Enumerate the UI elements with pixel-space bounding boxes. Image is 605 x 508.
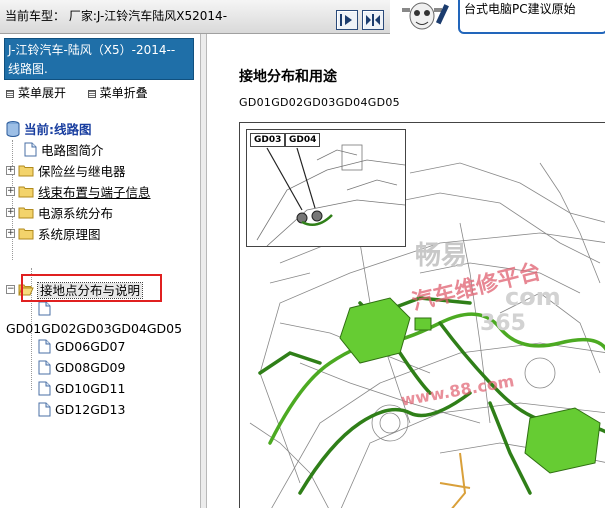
fit-button[interactable] (362, 10, 384, 30)
folder-icon (18, 186, 34, 198)
tree-item-fuses-relays[interactable]: + 保险丝与继电器 (6, 161, 126, 180)
tree-child-label: GD10GD11 (55, 381, 126, 396)
tree-child-label: GD08GD09 (55, 360, 126, 375)
tree-item-harness-terminals[interactable]: + 线束布置与端子信息 (6, 182, 151, 201)
inset-drawing (256, 144, 405, 246)
expand-plus-icon[interactable]: + (6, 208, 15, 217)
content-pane: 接地分布和用途 GD01GD02GD03GD04GD05 GD03 GD04 畅… (207, 34, 605, 508)
next-button[interactable] (336, 10, 358, 30)
tree-root-label: 当前:线路图 (24, 122, 92, 137)
expand-plus-icon[interactable]: + (6, 166, 15, 175)
document-icon (38, 339, 51, 354)
document-icon (38, 402, 51, 417)
document-icon (38, 360, 51, 375)
banner-text: 台式电脑PC建议原始 (464, 2, 576, 16)
tree-child-gd08[interactable]: GD08GD09 (38, 359, 125, 375)
expand-bullet-icon (6, 89, 14, 98)
banner-box: 台式电脑PC建议原始 (458, 0, 605, 34)
folder-icon (18, 228, 34, 240)
selection-highlight (21, 274, 162, 302)
tree-child-label: GD06GD07 (55, 339, 126, 354)
document-icon (38, 381, 51, 396)
tree-item-label: 系统原理图 (38, 227, 101, 242)
database-icon (6, 120, 20, 137)
tree-root[interactable]: 当前:线路图 (6, 119, 92, 138)
tree-child-gd10[interactable]: GD10GD11 (38, 380, 125, 396)
tree-item-label: 电路图简介 (41, 143, 104, 158)
sidebar: J-江铃汽车-陆风（X5）-2014-- 线路图. 菜单展开 菜单折叠 当前:线… (0, 34, 200, 508)
tree-item-label: 线束布置与端子信息 (38, 185, 151, 200)
fit-icon (366, 14, 380, 26)
document-title: J-江铃汽车-陆风（X5）-2014-- 线路图. (4, 38, 194, 80)
top-bar: 当前车型： 厂家:J-江铃汽车陆风X52014- 台式电脑PC建议原始 (0, 0, 605, 34)
tree-child-label: GD12GD13 (55, 402, 126, 417)
folder-icon (18, 207, 34, 219)
folder-icon (18, 165, 34, 177)
tree-child-gd01[interactable]: GD01GD02GD03GD04GD05 (6, 320, 182, 336)
menu-controls: 菜单展开 菜单折叠 (6, 84, 148, 101)
collapse-bullet-icon (87, 89, 96, 98)
document-icon (24, 142, 37, 157)
tree-child-gd12[interactable]: GD12GD13 (38, 401, 125, 417)
page-subtitle: GD01GD02GD03GD04GD05 (239, 96, 400, 109)
mascot-icon (392, 0, 452, 34)
collapse-minus-icon[interactable]: − (6, 285, 15, 294)
menu-collapse-link[interactable]: 菜单折叠 (87, 86, 148, 100)
document-icon (38, 301, 51, 316)
tree-item-schematics[interactable]: + 系统原理图 (6, 224, 101, 243)
tree-child-gd06[interactable]: GD06GD07 (38, 338, 125, 354)
tree-item-power-distribution[interactable]: + 电源系统分布 (6, 203, 113, 222)
next-icon (340, 14, 352, 26)
tree-child-label: GD01GD02GD03GD04GD05 (6, 321, 183, 336)
menu-expand-label: 菜单展开 (18, 86, 67, 100)
vehicle-toolbar: 当前车型： 厂家:J-江铃汽车陆风X52014- (0, 0, 390, 34)
tree-child-gd01-icon[interactable] (38, 300, 55, 316)
wiring-diagram[interactable]: GD03 GD04 畅易 汽车维修平台 com 365 www.88.com (239, 122, 605, 508)
detail-inset: GD03 GD04 (246, 129, 406, 247)
page-title: 接地分布和用途 (239, 69, 337, 85)
pane-splitter[interactable] (200, 34, 207, 508)
menu-collapse-label: 菜单折叠 (99, 86, 148, 100)
expand-plus-icon[interactable]: + (6, 187, 15, 196)
tree-item-label: 保险丝与继电器 (38, 164, 126, 179)
expand-plus-icon[interactable]: + (6, 229, 15, 238)
tree-item-label: 电源系统分布 (38, 206, 114, 221)
vehicle-label: 当前车型： 厂家:J-江铃汽车陆风X52014- (5, 9, 228, 23)
tree-item-intro[interactable]: 电路图简介 (24, 140, 104, 159)
menu-expand-link[interactable]: 菜单展开 (6, 86, 70, 100)
